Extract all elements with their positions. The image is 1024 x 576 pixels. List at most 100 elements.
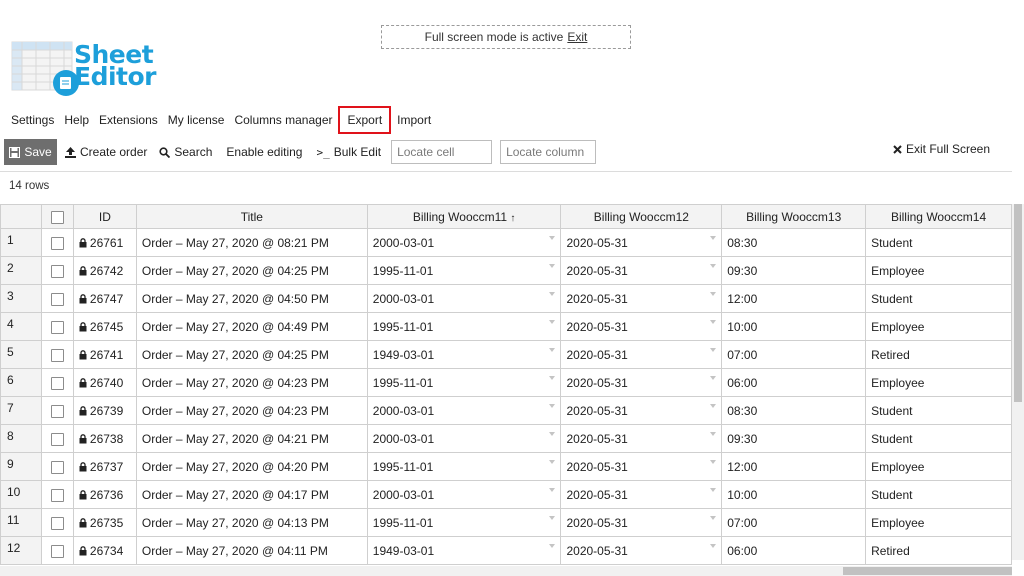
title-cell[interactable]: Order – May 27, 2020 @ 04:25 PM: [135, 340, 368, 369]
id-cell[interactable]: 26734: [72, 536, 137, 565]
id-cell[interactable]: 26742: [72, 256, 137, 285]
vertical-scrollbar-thumb[interactable]: [1014, 204, 1022, 402]
billing-wooccm12-cell[interactable]: 2020-05-31: [560, 396, 723, 425]
row-checkbox[interactable]: [50, 292, 64, 306]
menu-item-columns-manager[interactable]: Columns manager: [229, 108, 337, 132]
row-checkbox[interactable]: [50, 460, 64, 474]
billing-wooccm14-cell[interactable]: Employee: [865, 452, 1012, 481]
menu-item-export[interactable]: Export: [338, 106, 392, 134]
table-row[interactable]: 6 26740 Order – May 27, 2020 @ 04:23 PM 199…: [0, 368, 1012, 397]
billing-wooccm13-cell[interactable]: 07:00: [721, 508, 867, 537]
billing-wooccm11-cell[interactable]: 2000-03-01: [366, 396, 562, 425]
id-cell[interactable]: 26738: [72, 424, 137, 453]
billing-wooccm12-cell[interactable]: 2020-05-31: [560, 340, 723, 369]
table-row[interactable]: 12 26734 Order – May 27, 2020 @ 04:11 PM 19…: [0, 536, 1012, 565]
billing-wooccm13-cell[interactable]: 08:30: [721, 396, 867, 425]
title-cell[interactable]: Order – May 27, 2020 @ 04:17 PM: [135, 480, 368, 509]
row-checkbox[interactable]: [50, 516, 64, 530]
title-cell[interactable]: Order – May 27, 2020 @ 04:21 PM: [135, 424, 368, 453]
row-checkbox[interactable]: [50, 544, 64, 558]
title-cell[interactable]: Order – May 27, 2020 @ 04:11 PM: [135, 536, 368, 565]
billing-wooccm11-cell[interactable]: 2000-03-01: [366, 424, 562, 453]
title-cell[interactable]: Order – May 27, 2020 @ 04:49 PM: [135, 312, 368, 341]
column-header-billing-wooccm11[interactable]: Billing Wooccm11 ↑: [366, 204, 562, 229]
table-row[interactable]: 9 26737 Order – May 27, 2020 @ 04:20 PM 199…: [0, 452, 1012, 481]
id-cell[interactable]: 26737: [72, 452, 137, 481]
save-button[interactable]: Save: [4, 139, 57, 165]
billing-wooccm12-cell[interactable]: 2020-05-31: [560, 480, 723, 509]
vertical-scrollbar[interactable]: [1012, 204, 1024, 560]
billing-wooccm12-cell[interactable]: 2020-05-31: [560, 284, 723, 313]
billing-wooccm14-cell[interactable]: Student: [865, 424, 1012, 453]
billing-wooccm11-cell[interactable]: 1949-03-01: [366, 536, 562, 565]
billing-wooccm12-cell[interactable]: 2020-05-31: [560, 256, 723, 285]
menu-item-settings[interactable]: Settings: [0, 108, 59, 132]
title-cell[interactable]: Order – May 27, 2020 @ 04:23 PM: [135, 396, 368, 425]
id-cell[interactable]: 26741: [72, 340, 137, 369]
row-checkbox[interactable]: [50, 404, 64, 418]
table-row[interactable]: 1 26761 Order – May 27, 2020 @ 08:21 PM 200…: [0, 228, 1012, 257]
billing-wooccm12-cell[interactable]: 2020-05-31: [560, 452, 723, 481]
row-checkbox[interactable]: [50, 264, 64, 278]
billing-wooccm13-cell[interactable]: 09:30: [721, 256, 867, 285]
billing-wooccm13-cell[interactable]: 12:00: [721, 452, 867, 481]
billing-wooccm13-cell[interactable]: 07:00: [721, 340, 867, 369]
id-cell[interactable]: 26761: [72, 228, 137, 257]
billing-wooccm13-cell[interactable]: 06:00: [721, 368, 867, 397]
title-cell[interactable]: Order – May 27, 2020 @ 04:20 PM: [135, 452, 368, 481]
enable-editing-button[interactable]: Enable editing: [220, 139, 308, 165]
title-cell[interactable]: Order – May 27, 2020 @ 08:21 PM: [135, 228, 368, 257]
title-cell[interactable]: Order – May 27, 2020 @ 04:13 PM: [135, 508, 368, 537]
billing-wooccm11-cell[interactable]: 1995-11-01: [366, 312, 562, 341]
select-all-checkbox[interactable]: [50, 210, 64, 224]
id-cell[interactable]: 26735: [72, 508, 137, 537]
id-cell[interactable]: 26740: [72, 368, 137, 397]
title-cell[interactable]: Order – May 27, 2020 @ 04:25 PM: [135, 256, 368, 285]
table-row[interactable]: 4 26745 Order – May 27, 2020 @ 04:49 PM 199…: [0, 312, 1012, 341]
billing-wooccm11-cell[interactable]: 1995-11-01: [366, 452, 562, 481]
row-checkbox[interactable]: [50, 432, 64, 446]
billing-wooccm13-cell[interactable]: 10:00: [721, 312, 867, 341]
id-cell[interactable]: 26739: [72, 396, 137, 425]
billing-wooccm11-cell[interactable]: 2000-03-01: [366, 480, 562, 509]
id-cell[interactable]: 26747: [72, 284, 137, 313]
table-row[interactable]: 3 26747 Order – May 27, 2020 @ 04:50 PM 200…: [0, 284, 1012, 313]
row-checkbox[interactable]: [50, 236, 64, 250]
row-checkbox[interactable]: [50, 348, 64, 362]
billing-wooccm12-cell[interactable]: 2020-05-31: [560, 536, 723, 565]
table-row[interactable]: 8 26738 Order – May 27, 2020 @ 04:21 PM 200…: [0, 424, 1012, 453]
billing-wooccm14-cell[interactable]: Employee: [865, 508, 1012, 537]
billing-wooccm14-cell[interactable]: Employee: [865, 368, 1012, 397]
locate-column-input[interactable]: [500, 140, 597, 164]
billing-wooccm13-cell[interactable]: 09:30: [721, 424, 867, 453]
row-checkbox[interactable]: [50, 376, 64, 390]
column-header-title[interactable]: Title: [135, 204, 368, 229]
table-row[interactable]: 11 26735 Order – May 27, 2020 @ 04:13 PM 19…: [0, 508, 1012, 537]
search-button[interactable]: Search: [153, 139, 218, 165]
table-row[interactable]: 7 26739 Order – May 27, 2020 @ 04:23 PM 200…: [0, 396, 1012, 425]
billing-wooccm12-cell[interactable]: 2020-05-31: [560, 312, 723, 341]
billing-wooccm14-cell[interactable]: Student: [865, 396, 1012, 425]
billing-wooccm11-cell[interactable]: 1995-11-01: [366, 508, 562, 537]
menu-item-help[interactable]: Help: [59, 108, 94, 132]
billing-wooccm13-cell[interactable]: 12:00: [721, 284, 867, 313]
billing-wooccm11-cell[interactable]: 2000-03-01: [366, 284, 562, 313]
menu-item-import[interactable]: Import: [392, 108, 436, 132]
billing-wooccm12-cell[interactable]: 2020-05-31: [560, 368, 723, 397]
menu-item-extensions[interactable]: Extensions: [94, 108, 163, 132]
title-cell[interactable]: Order – May 27, 2020 @ 04:23 PM: [135, 368, 368, 397]
create-order-button[interactable]: Create order: [59, 139, 153, 165]
billing-wooccm11-cell[interactable]: 1949-03-01: [366, 340, 562, 369]
title-cell[interactable]: Order – May 27, 2020 @ 04:50 PM: [135, 284, 368, 313]
table-row[interactable]: 10 26736 Order – May 27, 2020 @ 04:17 PM 20…: [0, 480, 1012, 509]
billing-wooccm14-cell[interactable]: Retired: [865, 536, 1012, 565]
id-cell[interactable]: 26736: [72, 480, 137, 509]
table-row[interactable]: 5 26741 Order – May 27, 2020 @ 04:25 PM 194…: [0, 340, 1012, 369]
bulk-edit-button[interactable]: >_ Bulk Edit: [310, 139, 387, 165]
billing-wooccm12-cell[interactable]: 2020-05-31: [560, 424, 723, 453]
billing-wooccm14-cell[interactable]: Student: [865, 284, 1012, 313]
column-header-id[interactable]: ID: [72, 204, 137, 229]
column-header-billing-wooccm12[interactable]: Billing Wooccm12: [560, 204, 723, 229]
billing-wooccm14-cell[interactable]: Employee: [865, 256, 1012, 285]
locate-cell-input[interactable]: [391, 140, 493, 164]
